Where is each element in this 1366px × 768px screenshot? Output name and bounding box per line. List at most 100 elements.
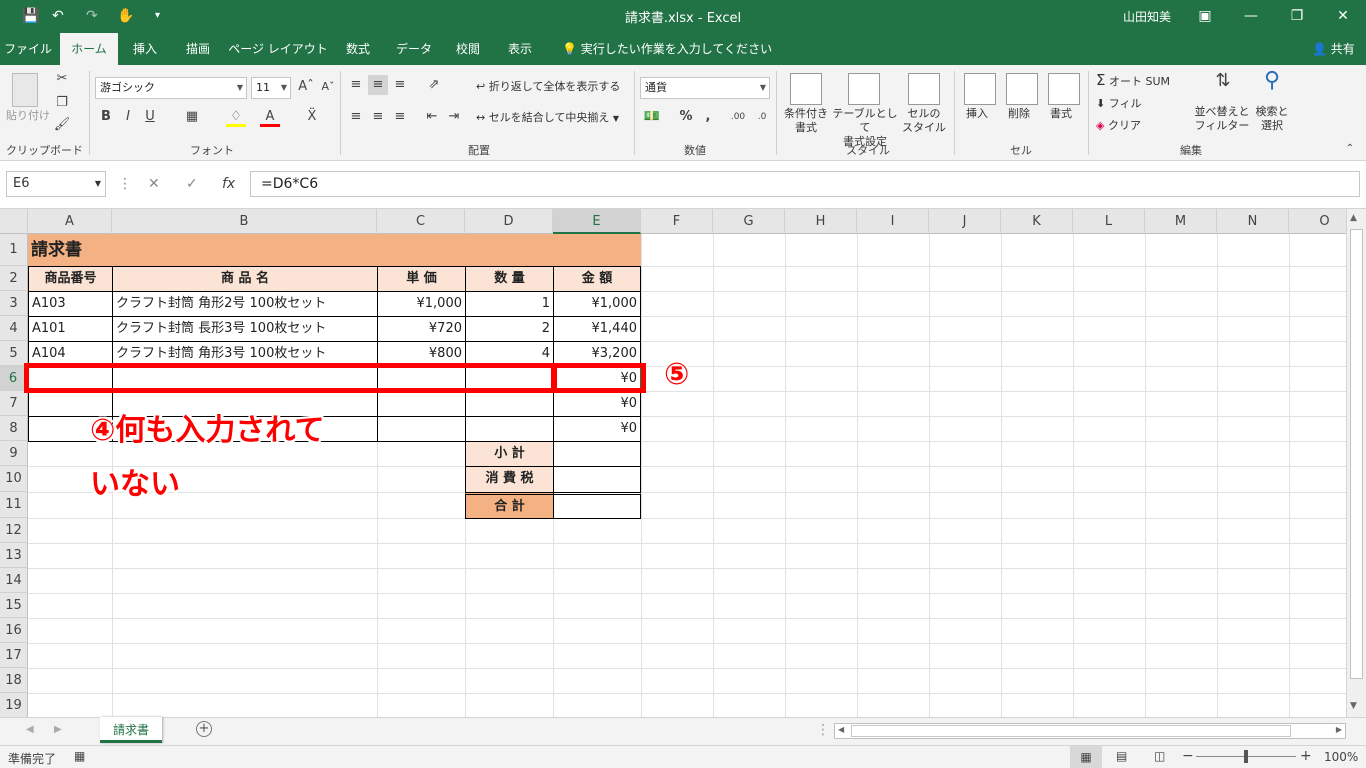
cell-qty[interactable]: 2 — [465, 316, 554, 342]
column-header[interactable]: G — [713, 209, 785, 234]
column-header[interactable]: C — [377, 209, 465, 234]
scroll-right-icon[interactable]: ▶ — [1336, 725, 1342, 734]
prev-sheet-icon[interactable]: ◀ — [26, 724, 34, 735]
row-header[interactable]: 4 — [0, 316, 28, 341]
header-cell-code[interactable]: 商品番号 — [28, 266, 113, 292]
column-header[interactable]: H — [785, 209, 857, 234]
paste-icon[interactable] — [12, 73, 38, 107]
row-header[interactable]: 9 — [0, 441, 28, 466]
row-header[interactable]: 3 — [0, 291, 28, 316]
page-break-view-icon[interactable]: ◫ — [1154, 749, 1165, 763]
horizontal-scrollbar[interactable]: ◀ ▶ — [834, 723, 1346, 739]
header-cell-qty[interactable]: 数 量 — [465, 266, 554, 292]
row-header[interactable]: 13 — [0, 543, 28, 568]
conditional-formatting-button[interactable]: 条件付き 書式 — [780, 107, 832, 135]
delete-cells-button[interactable]: 削除 — [1008, 107, 1030, 121]
header-cell-price[interactable]: 単 価 — [377, 266, 466, 292]
scroll-up-icon[interactable]: ▲ — [1350, 213, 1357, 223]
cell-name[interactable]: クラフト封筒 長形3号 100枚セット — [112, 316, 378, 342]
underline-icon[interactable]: U — [140, 107, 160, 127]
enter-icon[interactable]: ✓ — [186, 176, 198, 192]
align-center-icon[interactable]: ≡ — [368, 107, 388, 127]
column-header[interactable]: L — [1073, 209, 1145, 234]
autosum-button[interactable]: Σ オート SUM — [1096, 73, 1170, 89]
macro-record-icon[interactable]: ▦ — [74, 749, 85, 763]
copy-icon[interactable]: ❐ — [52, 93, 72, 113]
column-header[interactable]: O — [1289, 209, 1346, 234]
insert-function-icon[interactable]: fx — [222, 176, 235, 192]
row-header[interactable]: 8 — [0, 416, 28, 441]
delete-cells-icon[interactable] — [1006, 73, 1038, 105]
total-value[interactable] — [553, 492, 641, 519]
align-left-icon[interactable]: ≡ — [346, 107, 366, 127]
scroll-left-icon[interactable]: ◀ — [838, 725, 844, 734]
find-select-button[interactable]: 検索と 選択 — [1252, 105, 1292, 133]
cut-icon[interactable]: ✂ — [52, 69, 72, 89]
formula-input[interactable]: =D6*C6 — [250, 171, 1360, 197]
row-header[interactable]: 16 — [0, 618, 28, 643]
cell-code[interactable]: A101 — [28, 316, 113, 342]
zoom-slider-thumb[interactable] — [1244, 750, 1248, 763]
cell-styles-icon[interactable] — [908, 73, 940, 105]
row-header[interactable]: 11 — [0, 492, 28, 518]
column-header[interactable]: K — [1001, 209, 1073, 234]
row-header[interactable]: 7 — [0, 391, 28, 416]
increase-indent-icon[interactable]: ⇥ — [444, 107, 464, 127]
clear-button[interactable]: ◈ クリア — [1096, 119, 1141, 133]
invoice-title-cell[interactable]: 請求書 — [28, 234, 641, 266]
format-cells-button[interactable]: 書式 — [1050, 107, 1072, 121]
header-cell-name[interactable]: 商 品 名 — [112, 266, 378, 292]
tab-home[interactable]: ホーム — [60, 33, 118, 65]
insert-cells-button[interactable]: 挿入 — [966, 107, 988, 121]
column-header[interactable]: F — [641, 209, 713, 234]
fill-color-icon[interactable]: ♢ — [226, 107, 246, 127]
font-color-icon[interactable]: A — [260, 107, 280, 127]
grow-font-icon[interactable]: Aˆ — [296, 77, 316, 97]
name-box[interactable]: E6 ▼ — [6, 171, 106, 197]
column-header[interactable]: E — [553, 209, 641, 234]
normal-view-icon[interactable]: ▦ — [1070, 746, 1102, 768]
cancel-icon[interactable]: ✕ — [148, 176, 160, 192]
zoom-out-icon[interactable]: − — [1182, 748, 1194, 764]
align-bottom-icon[interactable]: ≡ — [390, 75, 410, 95]
vertical-scrollbar[interactable]: ▲ ▼ — [1346, 209, 1366, 717]
increase-decimal-icon[interactable]: .00 — [728, 107, 748, 127]
merge-center-button[interactable]: ↔ セルを結合して中央揃え ▼ — [476, 111, 619, 126]
cell-amount[interactable]: ¥1,440 — [553, 316, 641, 342]
column-header[interactable]: A — [28, 209, 112, 234]
format-cells-icon[interactable] — [1048, 73, 1080, 105]
sort-filter-icon[interactable]: ⇅ — [1208, 71, 1238, 91]
row-header[interactable]: 1 — [0, 234, 28, 266]
subtotal-label[interactable]: 小 計 — [465, 441, 554, 467]
total-label[interactable]: 合 計 — [465, 492, 554, 519]
percent-icon[interactable]: % — [676, 107, 696, 127]
borders-icon[interactable]: ▦ — [182, 107, 202, 127]
select-all-corner[interactable] — [0, 209, 28, 234]
insert-cells-icon[interactable] — [964, 73, 996, 105]
decrease-indent-icon[interactable]: ⇤ — [422, 107, 442, 127]
format-painter-icon[interactable]: 🖌 — [52, 115, 72, 135]
cell-amount[interactable]: ¥0 — [553, 391, 641, 417]
align-right-icon[interactable]: ≡ — [390, 107, 410, 127]
tab-review[interactable]: 校閲 — [446, 33, 490, 65]
zoom-in-icon[interactable]: + — [1300, 748, 1312, 764]
italic-icon[interactable]: I — [118, 107, 138, 127]
ribbon-display-options-icon[interactable]: ▣ — [1190, 4, 1220, 28]
horizontal-scroll-thumb[interactable] — [851, 725, 1291, 737]
cell-name[interactable]: クラフト封筒 角形2号 100枚セット — [112, 291, 378, 317]
row-header[interactable]: 2 — [0, 266, 28, 291]
tell-me-box[interactable]: 💡 実行したい作業を入力してください — [562, 33, 772, 65]
tab-page-layout[interactable]: ページ レイアウト — [228, 33, 328, 65]
tax-value[interactable] — [553, 466, 641, 493]
column-header[interactable]: D — [465, 209, 553, 234]
tab-insert[interactable]: 挿入 — [122, 33, 168, 65]
zoom-level[interactable]: 100% — [1324, 750, 1358, 764]
cell-price[interactable] — [377, 416, 466, 442]
row-header[interactable]: 12 — [0, 518, 28, 543]
row-header[interactable]: 15 — [0, 593, 28, 618]
find-select-icon[interactable]: ⚲ — [1258, 70, 1286, 92]
cell-price[interactable] — [377, 391, 466, 417]
cell-amount[interactable]: ¥0 — [553, 416, 641, 442]
add-sheet-icon[interactable]: + — [196, 721, 212, 737]
cell-styles-button[interactable]: セルの スタイル — [898, 107, 950, 135]
